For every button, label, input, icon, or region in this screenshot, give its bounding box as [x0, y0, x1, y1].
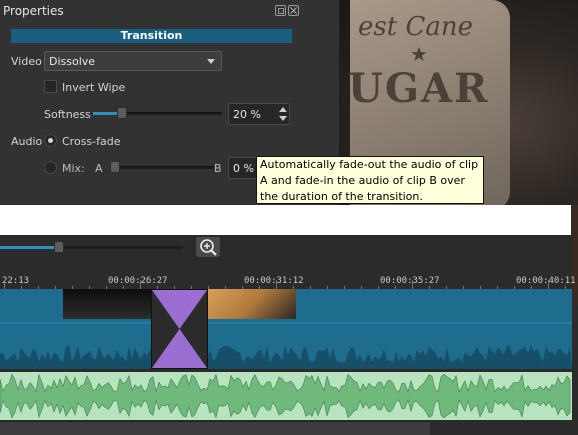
audio-track[interactable]: [0, 372, 572, 420]
ruler-label: 00:00:26:27: [108, 276, 168, 286]
preview-text-line1: est Cane: [358, 12, 473, 42]
close-icon[interactable]: [288, 5, 299, 16]
float-icon[interactable]: [275, 5, 286, 16]
spin-down-icon[interactable]: [279, 116, 287, 121]
softness-value: 20 %: [233, 108, 261, 121]
invert-wipe-label: Invert Wipe: [62, 81, 126, 94]
softness-spinbox[interactable]: 20 %: [228, 103, 290, 125]
mix-a-label: A: [95, 162, 103, 175]
crossfade-tooltip: Automatically fade-out the audio of clip…: [256, 156, 484, 204]
ruler-label: 00:00:40:11: [516, 276, 576, 286]
window-gap: [0, 205, 578, 235]
transition-clip[interactable]: [151, 289, 208, 369]
zoom-in-icon: [200, 239, 217, 256]
spin-up-icon[interactable]: [279, 107, 287, 112]
mix-value: 0 %: [233, 162, 254, 175]
audio-waveform: [0, 373, 571, 419]
video-transition-select[interactable]: Dissolve: [44, 51, 222, 71]
ruler-label: 00:00:35:27: [380, 276, 440, 286]
softness-slider-handle[interactable]: [117, 107, 127, 119]
audio-label: Audio: [11, 135, 43, 148]
chevron-down-icon: [207, 59, 215, 64]
video-transition-value: Dissolve: [49, 55, 96, 68]
softness-spin-arrows[interactable]: [277, 105, 288, 123]
ruler-label: 00:00:31:12: [244, 276, 304, 286]
mix-slider-handle[interactable]: [110, 161, 120, 173]
preview-text-line2: UGAR: [348, 65, 490, 112]
crossfade-label: Cross-fade: [62, 135, 121, 148]
mix-spinbox[interactable]: 0 %: [228, 157, 258, 179]
softness-slider-fill: [93, 112, 118, 115]
clip-a-thumbnail[interactable]: [63, 289, 151, 319]
transition-header: Transition: [11, 29, 292, 43]
video-label: Video: [11, 55, 42, 68]
zoom-slider-handle[interactable]: [54, 241, 64, 253]
transition-crossfade-icon: [152, 290, 207, 368]
mix-b-label: B: [214, 162, 222, 175]
preview-edge: [571, 205, 578, 305]
mix-label: Mix:: [62, 162, 85, 175]
invert-wipe-checkbox[interactable]: [44, 80, 57, 93]
ruler-label: 22:13: [2, 276, 30, 286]
timeline-scrollbar[interactable]: [0, 421, 430, 435]
zoom-slider-fill: [0, 246, 60, 249]
clip-b-thumbnail[interactable]: [208, 289, 296, 319]
softness-label: Softness: [44, 108, 91, 121]
crossfade-radio[interactable]: [44, 134, 57, 147]
zoom-in-button[interactable]: [195, 236, 221, 258]
panel-title: Properties: [3, 4, 64, 18]
mix-radio[interactable]: [44, 161, 57, 174]
scrollbar-trough: [430, 421, 578, 435]
mix-slider-track[interactable]: [111, 166, 214, 169]
preview-star-icon: ★: [410, 42, 428, 66]
